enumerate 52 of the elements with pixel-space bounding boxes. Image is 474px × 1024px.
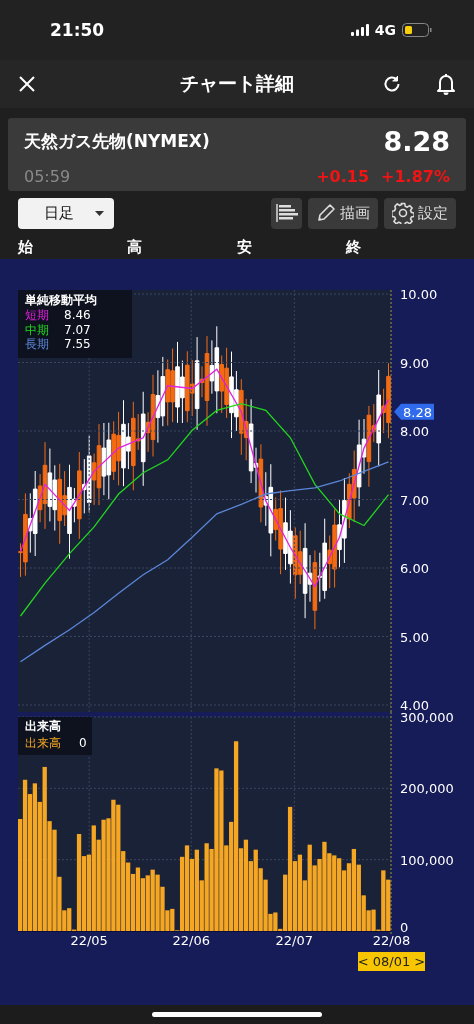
pencil-icon <box>316 203 336 223</box>
price-axis-label: 4.00 <box>400 698 429 712</box>
percent-change: +1.87% <box>381 167 450 186</box>
legend-label: 中期 <box>25 322 49 337</box>
legend-label: 短期 <box>25 308 49 322</box>
volume-axis-label: 100,000 <box>400 852 454 868</box>
date-axis-label: 22/08 <box>372 933 411 948</box>
legend-value: 0 <box>79 736 87 750</box>
settings-button[interactable]: 設定 <box>384 197 456 229</box>
legend-value: 8.46 <box>64 308 91 322</box>
close-icon[interactable] <box>18 75 36 93</box>
legend-title: 単純移動平均 <box>25 293 97 307</box>
draw-button[interactable]: 描画 <box>308 197 378 229</box>
battery-icon <box>402 23 432 37</box>
date-axis-label: 22/06 <box>172 933 210 948</box>
legend-title: 出来高 <box>25 719 61 733</box>
quote-time: 05:59 <box>24 167 71 186</box>
price-axis-label: 9.00 <box>400 355 429 371</box>
date-cursor-tag: < 08/01 > <box>357 952 426 971</box>
legend-value: 7.07 <box>64 322 91 337</box>
caret-icon <box>95 210 104 216</box>
volume-axis-label: 200,000 <box>400 781 454 797</box>
date-axis-label: 22/05 <box>70 933 108 948</box>
bell-icon[interactable] <box>436 73 456 95</box>
ohlc-label: 終 <box>346 237 361 257</box>
legend-label: 出来高 <box>25 736 61 750</box>
price-axis-label: 8.00 <box>400 424 429 439</box>
last-price: 8.28 <box>383 126 450 157</box>
current-price-tag: 8.28 <box>394 403 434 420</box>
price-axis-label: 7.00 <box>400 492 429 508</box>
price-axis-label: 10.00 <box>400 287 438 302</box>
price-change: +0.15 <box>316 167 370 186</box>
signal-icon <box>350 24 369 36</box>
ohlc-label: 高 <box>127 237 143 257</box>
legend-label: 長期 <box>25 337 49 351</box>
instrument-name: 天然ガス先物(NYMEX) <box>24 130 210 153</box>
screen-title: チャート詳細 <box>180 71 294 96</box>
date-axis-label: 22/07 <box>275 933 314 948</box>
refresh-icon[interactable] <box>382 74 402 94</box>
bars-button[interactable] <box>271 197 302 229</box>
horizontal-bars-icon <box>275 204 298 222</box>
period-dropdown[interactable]: 日足 <box>18 197 114 229</box>
settings-icon <box>392 202 414 224</box>
legend-value: 7.55 <box>64 337 91 351</box>
status-time: 21:50 <box>50 20 105 40</box>
volume-axis-label: 0 <box>400 920 409 935</box>
price-axis-label: 5.00 <box>400 629 429 645</box>
ohlc-label: 始 <box>18 237 34 257</box>
network-type: 4G <box>374 22 396 38</box>
price-axis-label: 6.00 <box>400 561 429 576</box>
volume-axis-label: 300,000 <box>400 712 454 725</box>
ohlc-label: 安 <box>237 237 253 257</box>
